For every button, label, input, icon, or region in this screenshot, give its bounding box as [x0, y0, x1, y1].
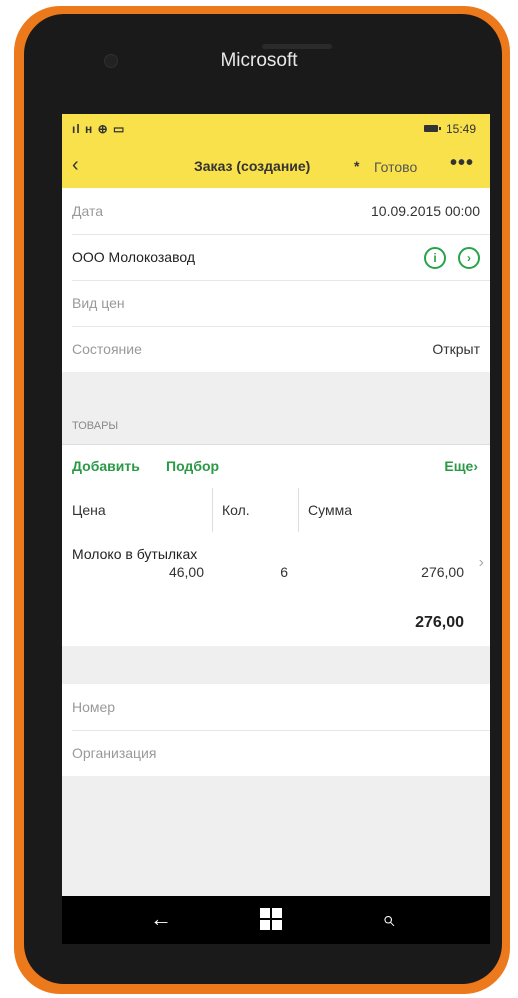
done-button[interactable]: Готово: [374, 159, 417, 175]
more-goods-button[interactable]: Еще›: [444, 458, 478, 474]
price-type-placeholder: Вид цен: [72, 295, 125, 311]
system-nav-bar: ← ⌕: [62, 896, 490, 944]
brand-logo: Microsoft: [220, 50, 298, 71]
item-price: 46,00: [168, 564, 204, 580]
chevron-right-icon: ›: [473, 458, 478, 474]
column-qty[interactable]: Кол.: [222, 502, 250, 518]
select-button[interactable]: Подбор: [166, 458, 219, 474]
section-separator: [62, 372, 490, 444]
state-label: Состояние: [72, 341, 142, 357]
goods-action-bar: Добавить Подбор Еще›: [62, 444, 490, 490]
chevron-right-icon: ›: [478, 554, 484, 571]
status-icons: ıl н ⊕ ▭: [72, 122, 126, 136]
modified-indicator: *: [354, 158, 360, 174]
windows-start-icon[interactable]: [260, 908, 282, 930]
status-time: 15:49: [445, 122, 476, 136]
date-value: 10.09.2015 00:00: [371, 203, 480, 219]
item-sum: 276,00: [421, 564, 464, 580]
app-screen: ıl н ⊕ ▭ 15:49 ‹ Заказ (создание) * Гото…: [62, 114, 490, 896]
more-menu-button[interactable]: •••: [450, 152, 474, 175]
item-name: Молоко в бутылках: [72, 546, 198, 562]
counterparty-field[interactable]: ООО Молокозавод i ›: [72, 234, 490, 281]
page-title: Заказ (создание): [194, 158, 311, 174]
info-icon[interactable]: i: [424, 247, 446, 269]
open-arrow-icon[interactable]: ›: [458, 247, 480, 269]
date-field[interactable]: Дата 10.09.2015 00:00: [72, 188, 490, 235]
back-arrow-icon[interactable]: ←: [150, 906, 172, 932]
number-placeholder: Номер: [72, 699, 116, 715]
column-divider: [298, 488, 299, 532]
column-divider: [212, 488, 213, 532]
title-bar: ‹ Заказ (создание) * Готово •••: [62, 144, 490, 188]
state-field[interactable]: Состояние Открыт: [72, 326, 490, 372]
total-sum: 276,00: [415, 614, 464, 631]
column-sum[interactable]: Сумма: [308, 502, 352, 518]
empty-area: [62, 776, 490, 896]
back-arrow-icon[interactable]: ‹: [72, 154, 79, 177]
battery-icon: [424, 125, 441, 132]
number-field[interactable]: Номер: [72, 684, 490, 731]
state-value: Открыт: [432, 341, 480, 357]
goods-table-header: Цена Кол. Сумма: [62, 488, 490, 533]
speaker-grille: [262, 44, 332, 49]
status-bar: ıl н ⊕ ▭ 15:49: [62, 114, 490, 144]
price-type-field[interactable]: Вид цен: [72, 280, 490, 327]
counterparty-value: ООО Молокозавод: [72, 249, 196, 265]
add-button[interactable]: Добавить: [72, 458, 140, 474]
item-quantity: 6: [280, 564, 288, 580]
goods-section-title: ТОВАРЫ: [72, 420, 119, 432]
date-label: Дата: [72, 203, 104, 219]
section-separator: [62, 646, 490, 684]
table-row[interactable]: Молоко в бутылках 46,00 6 276,00 ›: [62, 532, 490, 601]
search-icon[interactable]: ⌕: [382, 906, 394, 932]
more-goods-label: Еще: [444, 458, 474, 474]
total-row: 276,00: [62, 600, 490, 647]
organization-field[interactable]: Организация: [72, 730, 490, 776]
organization-placeholder: Организация: [72, 745, 157, 761]
column-price[interactable]: Цена: [72, 502, 106, 518]
